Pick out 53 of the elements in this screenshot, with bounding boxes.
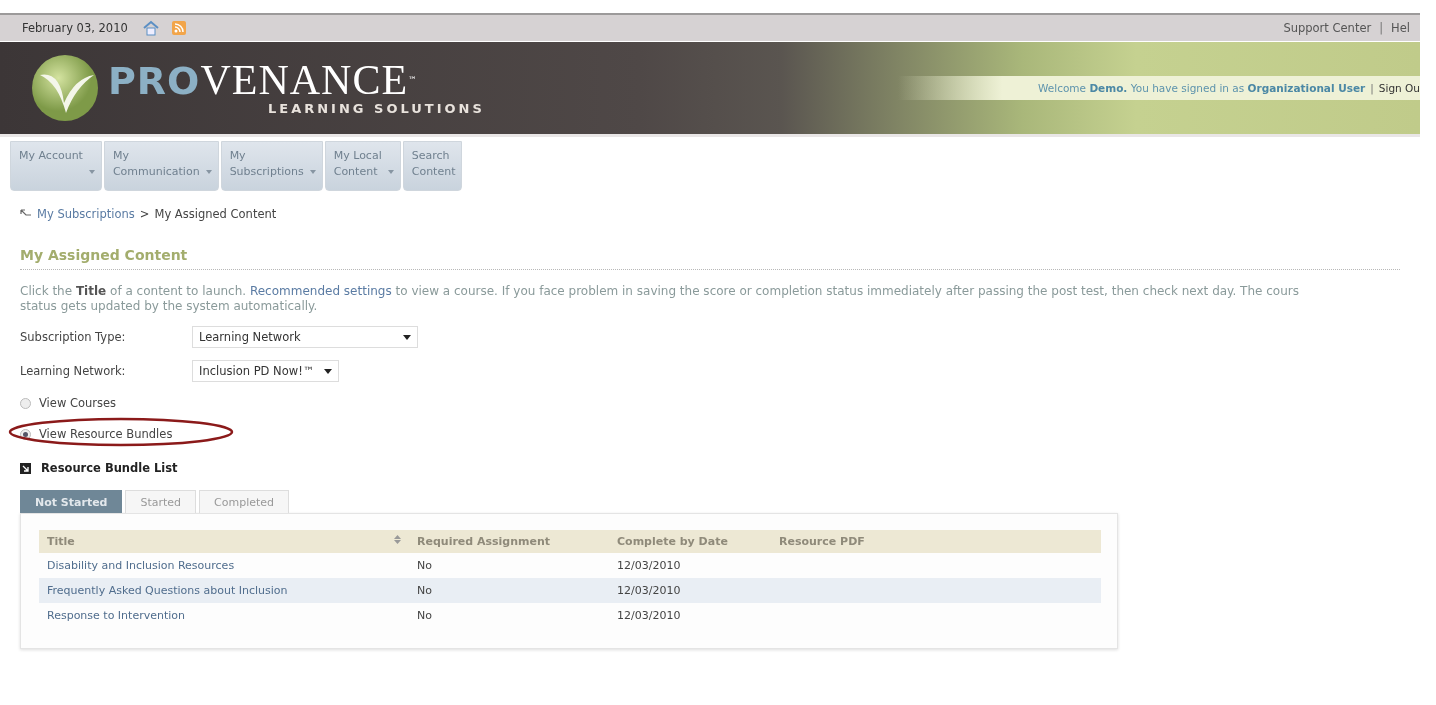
caret-icon	[403, 334, 411, 340]
dropdown-field[interactable]: Learning Network	[192, 326, 418, 348]
field-label: Subscription Type:	[20, 330, 127, 344]
logo-icon	[30, 53, 100, 123]
column-header[interactable]: Title	[39, 530, 409, 553]
top-link[interactable]: Support Center	[1283, 21, 1372, 35]
separator-text: |	[1370, 82, 1374, 94]
breadcrumb-separator: >	[139, 207, 150, 221]
table-cell: 12/03/2010	[609, 553, 771, 578]
date-text: February 03, 2010	[22, 21, 128, 35]
table-cell: No	[409, 578, 609, 603]
title-link[interactable]: Response to Intervention	[39, 603, 409, 628]
section-title: Resource Bundle List	[41, 461, 178, 475]
column-header[interactable]: Resource PDF	[771, 530, 1101, 553]
page-heading: My Assigned Content	[20, 247, 1400, 270]
table-cell: 12/03/2010	[609, 578, 771, 603]
breadcrumb-current: My Assigned Content	[154, 207, 277, 221]
nav-menu-button[interactable]: My Communication	[103, 141, 219, 191]
title-link[interactable]: Disability and Inclusion Resources	[39, 553, 409, 578]
tab[interactable]: Completed	[199, 490, 290, 513]
radio-button[interactable]	[20, 397, 31, 409]
rss-icon[interactable]	[171, 21, 186, 35]
sort-icon[interactable]	[394, 535, 401, 544]
caret-icon	[324, 368, 333, 374]
table-cell: No	[409, 603, 609, 628]
tab[interactable]: Not Started	[20, 490, 123, 513]
expand-icon[interactable]	[20, 462, 31, 474]
nav-menu-button[interactable]: My Account	[10, 141, 102, 191]
table-cell: No	[409, 553, 609, 578]
home-icon[interactable]	[141, 20, 160, 36]
instructions-text: Click the Title of a content to launch. Recommended settings to view a course. If you face problem in saving the score or completion status immediately after passing the post test, then check next day. The cours status gets updated by the system automatically.	[20, 284, 1300, 314]
logo-text: PROVENANCE™	[108, 60, 420, 101]
nav-menu-button[interactable]: My Local Content	[324, 141, 401, 191]
column-header[interactable]: Required Assignment	[409, 530, 609, 553]
title-link[interactable]: Frequently Asked Questions about Inclusion	[39, 578, 409, 603]
back-arrow-icon	[20, 209, 32, 219]
settings-link[interactable]: Recommended settings	[249, 284, 392, 298]
tab[interactable]: Started	[125, 490, 197, 513]
welcome-text: Welcome Demo. You have signed in as Organizational User	[1038, 82, 1366, 94]
sign-out-link[interactable]: Sign Ou	[1378, 82, 1420, 94]
column-header[interactable]: Complete by Date	[609, 530, 771, 553]
dropdown-field[interactable]: Inclusion PD Now!™	[192, 360, 340, 382]
separator-text: |	[1379, 21, 1384, 35]
radio-label: View Resource Bundles	[39, 427, 173, 441]
field-label: Learning Network:	[20, 364, 127, 378]
nav-menu-button[interactable]: My Subscriptions	[220, 141, 323, 191]
breadcrumb-link[interactable]: My Subscriptions	[37, 207, 135, 221]
table-cell: 12/03/2010	[609, 603, 771, 628]
radio-label: View Courses	[39, 396, 117, 410]
top-link[interactable]: Hel	[1391, 21, 1410, 35]
nav-menu-button[interactable]: Search Content	[402, 141, 463, 191]
radio-button[interactable]	[20, 428, 31, 440]
logo-tagline: LEARNING SOLUTIONS	[268, 101, 485, 116]
